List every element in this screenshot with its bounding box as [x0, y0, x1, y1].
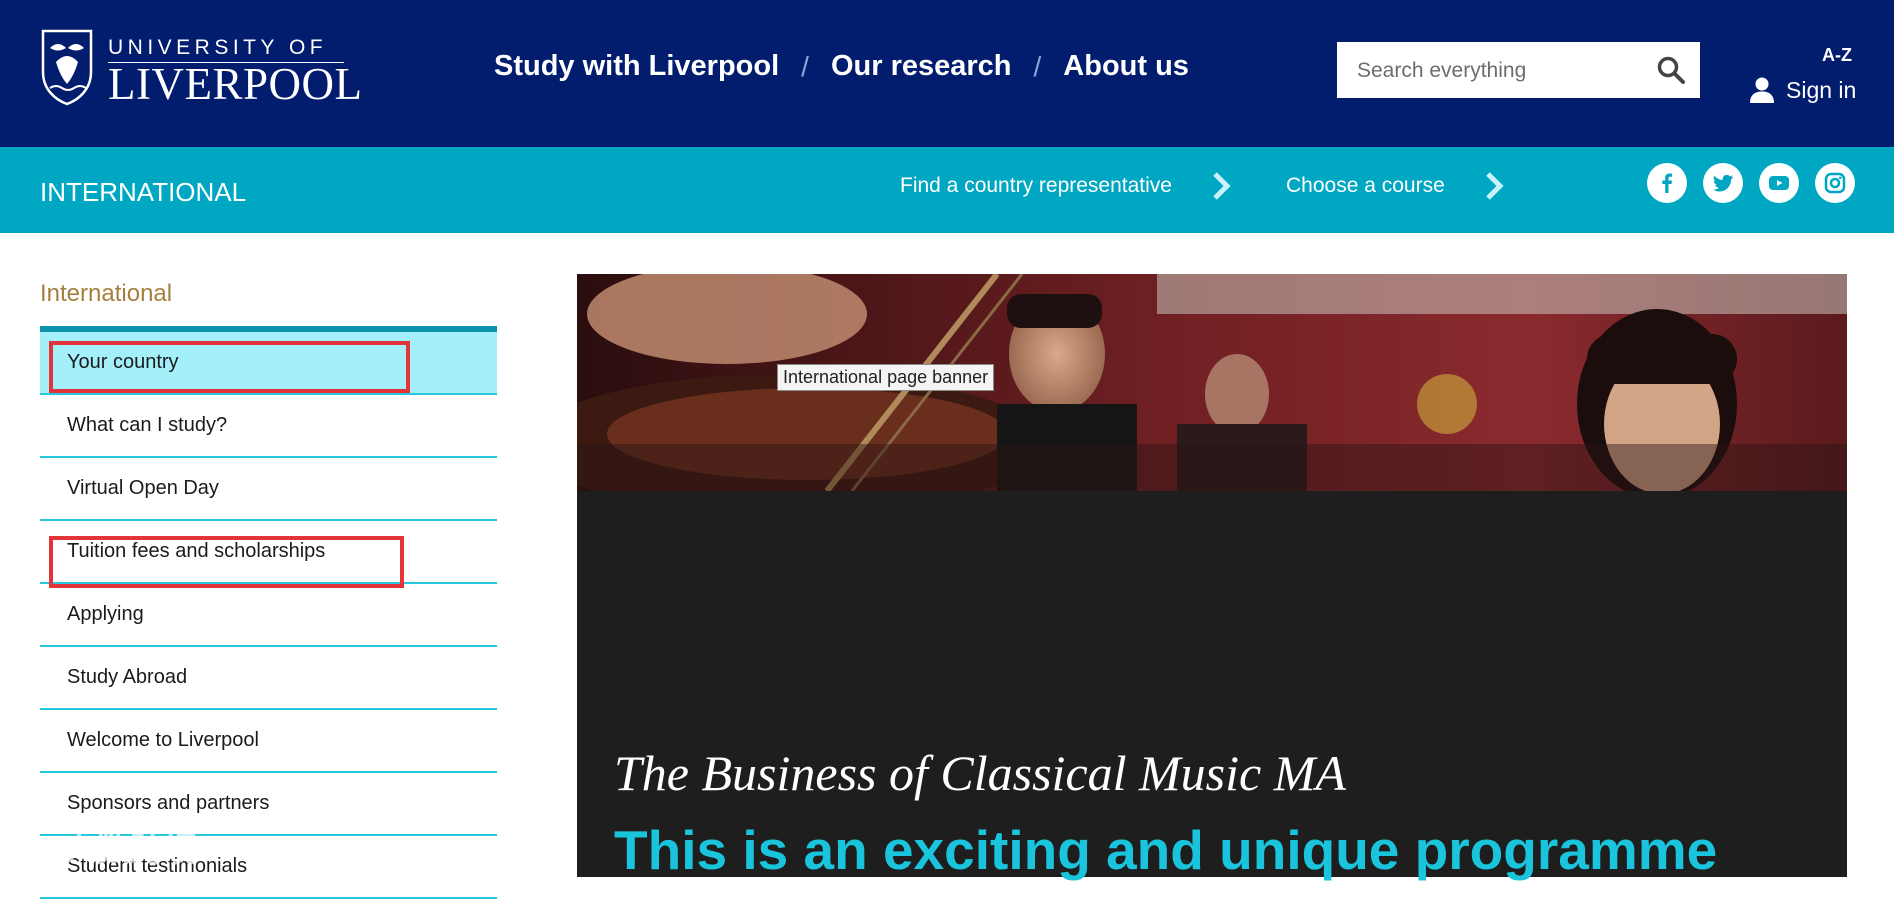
sign-in-label: Sign in — [1786, 76, 1857, 103]
crest-icon — [41, 29, 93, 106]
section-bar: INTERNATIONAL Find a country representat… — [0, 147, 1894, 233]
search-input[interactable] — [1355, 52, 1649, 90]
nav-separator: / — [801, 50, 809, 82]
sidebar-title[interactable]: International — [40, 280, 172, 308]
sidebar-item-your-country[interactable]: Your country — [40, 332, 497, 395]
course-subtitle: This is an exciting and unique programme — [614, 819, 1718, 881]
sidebar-item-what-can-i-study[interactable]: What can I study? — [40, 395, 497, 458]
choose-course-label: Choose a course — [1286, 174, 1445, 197]
user-icon — [1750, 77, 1774, 103]
find-country-rep-label: Find a country representative — [900, 174, 1172, 197]
chevron-right-icon — [1213, 172, 1231, 200]
watermark-logo-icon — [16, 832, 56, 860]
section-title[interactable]: INTERNATIONAL — [40, 177, 246, 208]
twitter-icon[interactable] — [1703, 163, 1743, 203]
site-header: UNIVERSITY OF LIVERPOOL Study with Liver… — [0, 0, 1894, 147]
watermark-text: 大数跨境 — [62, 831, 198, 869]
facebook-icon[interactable] — [1647, 163, 1687, 203]
a-z-link[interactable]: A-Z — [1822, 45, 1852, 66]
sidebar-item-study-abroad[interactable]: Study Abroad — [40, 647, 497, 710]
sidebar-item-tuition-fees[interactable]: Tuition fees and scholarships — [40, 521, 497, 584]
banner-tooltip: International page banner — [777, 364, 995, 391]
chevron-right-icon — [1485, 172, 1504, 200]
logo-line-2: LIVERPOOL — [108, 59, 363, 109]
search-icon[interactable] — [1656, 55, 1686, 85]
choose-course-link[interactable]: Choose a course — [1286, 171, 1507, 201]
sidebar-item-applying[interactable]: Applying — [40, 584, 497, 647]
nav-separator: / — [1033, 50, 1042, 82]
nav-our-research[interactable]: Our research — [831, 50, 1012, 83]
sidebar-item-virtual-open-day[interactable]: Virtual Open Day — [40, 458, 497, 521]
course-title: The Business of Classical Music MA — [614, 745, 1346, 801]
youtube-icon[interactable] — [1759, 163, 1799, 203]
sign-in-link[interactable]: Sign in — [1748, 76, 1856, 104]
orchestra-photo — [577, 274, 1847, 491]
sidebar-item-welcome-to-liverpool[interactable]: Welcome to Liverpool — [40, 710, 497, 773]
sidebar-nav: Your country What can I study? Virtual O… — [40, 326, 497, 899]
nav-study-with-liverpool[interactable]: Study with Liverpool — [494, 50, 779, 83]
main-nav: Study with Liverpool / Our research / Ab… — [494, 50, 1189, 83]
instagram-icon[interactable] — [1815, 163, 1855, 203]
university-logo[interactable]: UNIVERSITY OF LIVERPOOL — [40, 28, 363, 109]
search-box — [1337, 42, 1700, 98]
find-country-rep-link[interactable]: Find a country representative — [900, 171, 1234, 201]
nav-about-us[interactable]: About us — [1063, 50, 1189, 83]
page-banner-image — [577, 274, 1847, 491]
watermark: 大数跨境 — [12, 822, 198, 871]
